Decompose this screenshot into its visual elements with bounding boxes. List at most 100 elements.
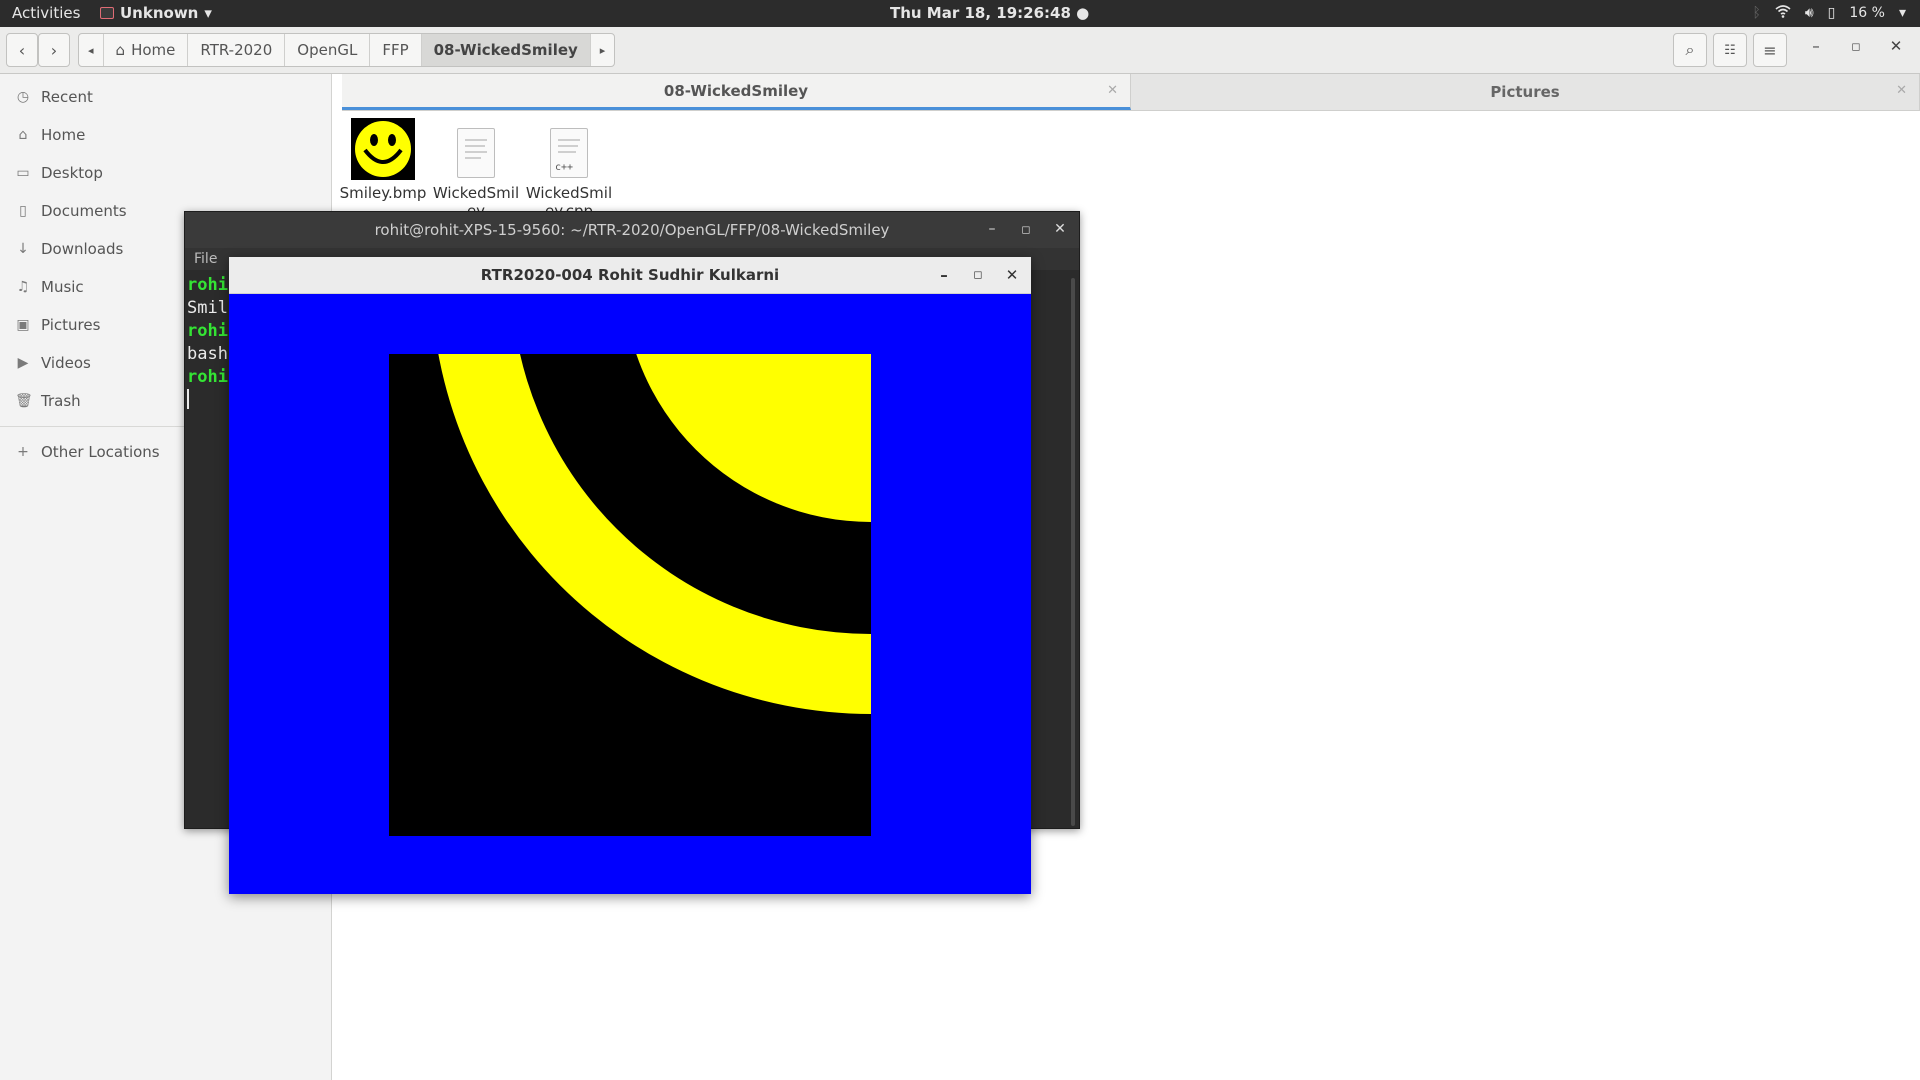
terminal-titlebar[interactable]: rohit@rohit-XPS-15-9560: ~/RTR-2020/Open… bbox=[185, 212, 1079, 248]
sidebar-item-label: Downloads bbox=[41, 240, 124, 258]
sidebar-item-label: Trash bbox=[41, 392, 81, 410]
app-menu-label: Unknown bbox=[120, 4, 199, 22]
terminal-minimize-icon[interactable]: – bbox=[981, 221, 1003, 237]
cpp-file-icon: c++ bbox=[550, 128, 588, 178]
sidebar-item-label: Music bbox=[41, 278, 84, 296]
opengl-canvas[interactable] bbox=[229, 294, 1031, 894]
breadcrumb-label: Home bbox=[131, 41, 176, 59]
opengl-close-icon[interactable]: ✕ bbox=[1001, 266, 1023, 284]
tab-bar: 08-WickedSmiley ✕ Pictures ✕ bbox=[342, 74, 1920, 111]
home-icon: ⌂ bbox=[115, 41, 126, 59]
tab-label: Pictures bbox=[1490, 83, 1560, 101]
minimize-button[interactable]: – bbox=[1803, 37, 1829, 55]
system-menu-chevron-icon: ▾ bbox=[1898, 5, 1906, 21]
system-tray[interactable]: ᛒ 🔊︎ ▯ 16 % ▾ bbox=[1752, 4, 1906, 22]
app-menu-button[interactable]: ≡ bbox=[1753, 33, 1787, 67]
forward-button[interactable]: › bbox=[38, 33, 70, 67]
search-icon: ⌕ bbox=[1685, 40, 1695, 59]
close-button[interactable]: ✕ bbox=[1883, 37, 1909, 55]
opengl-window-title: RTR2020-004 Rohit Sudhir Kulkarni bbox=[480, 266, 780, 284]
volume-icon: 🔊︎ bbox=[1804, 5, 1814, 21]
app-menu[interactable]: Unknown ▾ bbox=[100, 4, 212, 22]
breadcrumb-label: OpenGL bbox=[297, 41, 358, 59]
breadcrumb-opengl[interactable]: OpenGL bbox=[284, 34, 369, 66]
sidebar-item-recent[interactable]: ◷ Recent bbox=[0, 78, 331, 116]
home-icon: ⌂ bbox=[18, 127, 28, 143]
maximize-icon: ◻ bbox=[1851, 40, 1861, 53]
image-icon: ▣ bbox=[16, 317, 30, 333]
terminal-scrollbar[interactable] bbox=[1071, 278, 1075, 826]
battery-percentage: 16 % bbox=[1849, 5, 1885, 21]
sidebar-item-label: Desktop bbox=[41, 164, 103, 182]
back-icon: ‹ bbox=[18, 40, 26, 60]
opengl-maximize-icon[interactable]: ◻ bbox=[967, 268, 989, 281]
breadcrumb-label: FFP bbox=[382, 41, 409, 59]
search-button[interactable]: ⌕ bbox=[1673, 33, 1707, 67]
sidebar-item-label: Documents bbox=[41, 202, 127, 220]
activities-button[interactable]: Activities bbox=[12, 4, 80, 22]
file-manager-header: ‹ › ◂ ⌂ Home RTR-2020 OpenGL FFP 08-Wicke… bbox=[0, 27, 1920, 74]
tab-close-icon[interactable]: ✕ bbox=[1896, 83, 1907, 98]
breadcrumb-label: RTR-2020 bbox=[200, 41, 273, 59]
view-toggle-icon: ☷ bbox=[1724, 42, 1736, 58]
breadcrumb-scroll-left[interactable]: ◂ bbox=[79, 34, 103, 66]
file-item[interactable]: c++ WickedSmil ey.cpp bbox=[521, 118, 617, 224]
smiley-thumbnail-icon bbox=[351, 118, 415, 180]
quad-left-edge bbox=[389, 354, 434, 836]
tab-pictures[interactable]: Pictures ✕ bbox=[1131, 74, 1920, 110]
opengl-minimize-icon[interactable]: – bbox=[933, 266, 955, 284]
battery-icon: ▯ bbox=[1827, 5, 1836, 21]
sidebar-item-label: Videos bbox=[41, 354, 91, 372]
clock-text: Thu Mar 18, 19:26:48 bbox=[890, 4, 1071, 22]
bluetooth-icon: ᛒ bbox=[1752, 5, 1761, 21]
back-button[interactable]: ‹ bbox=[6, 33, 38, 67]
breadcrumb-scroll-right[interactable]: ▸ bbox=[589, 34, 615, 66]
tab-label: 08-WickedSmiley bbox=[663, 81, 809, 100]
menu-file[interactable]: File bbox=[194, 251, 217, 267]
sidebar-item-label: Home bbox=[41, 126, 86, 144]
terminal-close-icon[interactable]: ✕ bbox=[1049, 221, 1071, 237]
file-item[interactable]: WickedSmil ey bbox=[428, 118, 524, 224]
opengl-titlebar[interactable]: RTR2020-004 Rohit Sudhir Kulkarni – ◻ ✕ bbox=[229, 257, 1031, 294]
folder-icon: ▭ bbox=[16, 165, 30, 181]
breadcrumb-home[interactable]: ⌂ Home bbox=[102, 34, 188, 66]
breadcrumb-rtr-2020[interactable]: RTR-2020 bbox=[187, 34, 284, 66]
terminal-maximize-icon[interactable]: ◻ bbox=[1015, 223, 1037, 236]
video-icon: ▶ bbox=[17, 355, 29, 371]
sidebar-item-label: Recent bbox=[41, 88, 93, 106]
wifi-icon bbox=[1775, 4, 1791, 22]
tab-close-icon[interactable]: ✕ bbox=[1107, 83, 1118, 98]
sidebar-item-desktop[interactable]: ▭ Desktop bbox=[0, 154, 331, 192]
top-bar: Activities Unknown ▾ Thu Mar 18, 19:26:4… bbox=[0, 0, 1920, 27]
app-window-icon bbox=[100, 7, 114, 19]
sidebar-item-home[interactable]: ⌂ Home bbox=[0, 116, 331, 154]
chevron-down-icon: ▾ bbox=[204, 4, 212, 22]
tab-08-wickedsmiley[interactable]: 08-WickedSmiley ✕ bbox=[342, 74, 1131, 110]
breadcrumb-label: 08-WickedSmiley bbox=[433, 41, 578, 59]
breadcrumb-current[interactable]: 08-WickedSmiley bbox=[420, 34, 590, 66]
forward-icon: › bbox=[50, 40, 58, 60]
breadcrumb-ffp[interactable]: FFP bbox=[369, 34, 420, 66]
text-file-icon bbox=[457, 128, 495, 178]
terminal-cursor bbox=[187, 389, 189, 409]
minimize-icon: – bbox=[1812, 37, 1820, 55]
caret-right-icon: ▸ bbox=[599, 43, 606, 57]
close-icon: ✕ bbox=[1889, 37, 1903, 55]
document-icon: ▯ bbox=[19, 203, 27, 219]
caret-left-icon: ◂ bbox=[88, 43, 94, 57]
maximize-button[interactable]: ◻ bbox=[1843, 40, 1869, 53]
sidebar-item-label: Pictures bbox=[41, 316, 101, 334]
sidebar-item-label: Other Locations bbox=[41, 443, 160, 461]
view-toggle-button[interactable]: ☷ bbox=[1713, 33, 1747, 67]
file-name: Smiley.bmp bbox=[339, 184, 427, 202]
clock-icon: ◷ bbox=[16, 89, 30, 105]
breadcrumb: ◂ ⌂ Home RTR-2020 OpenGL FFP 08-WickedSmi… bbox=[78, 33, 616, 67]
download-icon: ↓ bbox=[17, 241, 29, 257]
file-item[interactable]: Smiley.bmp bbox=[335, 118, 431, 202]
clock[interactable]: Thu Mar 18, 19:26:48 ● bbox=[890, 4, 1089, 22]
music-icon: ♫ bbox=[16, 279, 30, 295]
terminal-title: rohit@rohit-XPS-15-9560: ~/RTR-2020/Open… bbox=[374, 221, 890, 239]
trash-icon: 🗑︎ bbox=[15, 393, 33, 409]
menu-icon: ≡ bbox=[1763, 40, 1777, 60]
opengl-window[interactable]: RTR2020-004 Rohit Sudhir Kulkarni – ◻ ✕ bbox=[229, 257, 1031, 894]
